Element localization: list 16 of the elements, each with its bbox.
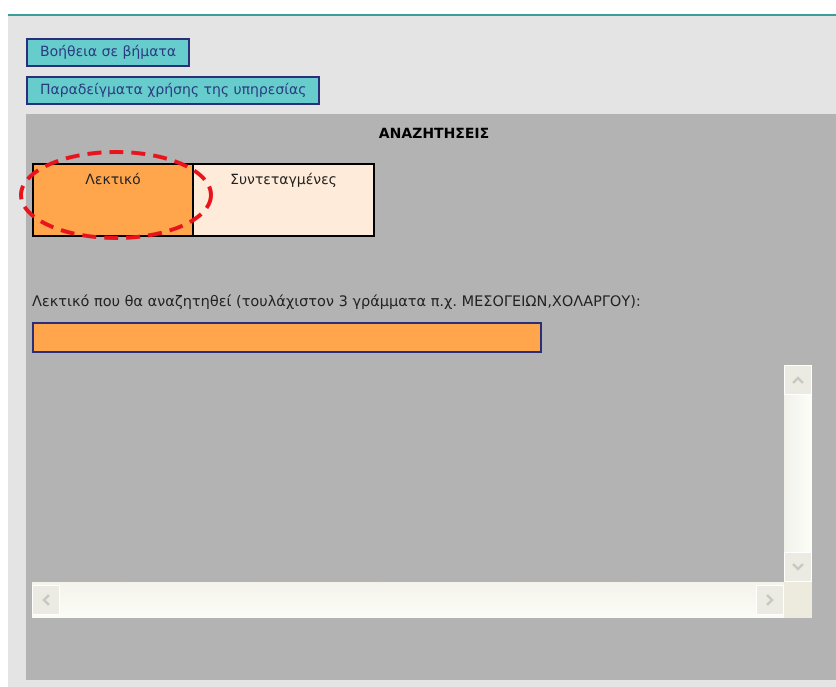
scroll-right-button[interactable]: [756, 585, 784, 616]
chevron-icon: [765, 593, 775, 608]
chevron-icon: [41, 593, 51, 608]
tab[interactable]: Λεκτικό: [34, 165, 194, 236]
help-button[interactable]: Παραδείγματα χρήσης της υπηρεσίας: [26, 76, 320, 106]
tab[interactable]: Συντεταγμένες: [194, 165, 373, 236]
search-input[interactable]: [32, 322, 542, 354]
scrollbar-corner: [784, 582, 812, 618]
chevron-icon: [791, 375, 805, 386]
help-button[interactable]: Βοήθεια σε βήματα: [26, 38, 190, 68]
panel-title: ΑΝΑΖΗΤΗΣΕΙΣ: [378, 125, 490, 144]
scroll-down-button[interactable]: [784, 552, 812, 582]
chevron-icon: [791, 562, 805, 572]
scroll-left-button[interactable]: [32, 585, 60, 616]
field-label: Λεκτικό που θα αναζητηθεί (τουλάχιστον 3 γράμματα π.χ. ΜΕΣΟΓΕΙΩΝ,ΧΟΛΑΡΓΟΥ):: [32, 293, 642, 312]
scroll-up-button[interactable]: [784, 365, 812, 396]
